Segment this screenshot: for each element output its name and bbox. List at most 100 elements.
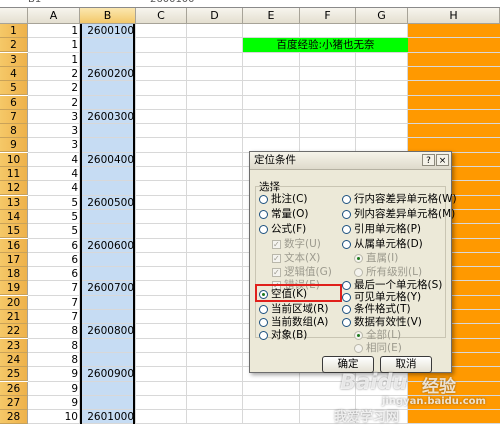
row-header[interactable]: 13: [0, 195, 28, 210]
column-header-b[interactable]: B: [80, 8, 136, 24]
radio-constants[interactable]: 常量(O): [259, 208, 308, 221]
radio-dependents[interactable]: 从属单元格(D): [342, 238, 423, 251]
row-header[interactable]: 17: [0, 252, 28, 267]
row-header[interactable]: 14: [0, 209, 28, 224]
row-header[interactable]: 9: [0, 138, 28, 153]
watermark-sub: 我爱学习网: [334, 410, 400, 425]
row-header[interactable]: 25: [0, 367, 28, 382]
row-header[interactable]: 21: [0, 310, 28, 324]
watermark-brand-suffix: 经验: [422, 377, 456, 397]
cell-a[interactable]: 10: [28, 410, 80, 424]
checkbox-logicals[interactable]: 逻辑值(G): [272, 266, 332, 279]
column-header-a[interactable]: A: [28, 8, 80, 24]
row-header[interactable]: 12: [0, 181, 28, 196]
cell-a[interactable]: 5: [28, 196, 80, 210]
column-header-d[interactable]: D: [187, 8, 243, 24]
green-label-cell[interactable]: 百度经验:小猪也无奈: [243, 38, 408, 52]
cell-a[interactable]: 8: [28, 353, 80, 367]
baidu-watermark: Baidu 经验 jingyan.baidu.com 我爱学习网: [330, 370, 500, 425]
row-header[interactable]: 7: [0, 109, 28, 124]
row-header[interactable]: 11: [0, 167, 28, 181]
row-header[interactable]: 16: [0, 238, 28, 253]
cell-a[interactable]: 1: [28, 24, 80, 38]
cell-a[interactable]: 9: [28, 382, 80, 396]
cell-a[interactable]: 3: [28, 124, 80, 138]
radio-conditional-formats[interactable]: 条件格式(T): [342, 303, 411, 316]
column-header-h[interactable]: H: [408, 8, 500, 24]
radio-row-differences[interactable]: 行内容差异单元格(W): [342, 193, 457, 206]
radio-comments[interactable]: 批注(C): [259, 193, 308, 206]
row-header[interactable]: 6: [0, 95, 28, 110]
radio-data-validation[interactable]: 数据有效性(V): [342, 316, 422, 329]
row-header[interactable]: 27: [0, 395, 28, 410]
cell-a[interactable]: 4: [28, 181, 80, 195]
radio-all[interactable]: 全部(L): [354, 329, 401, 342]
column-header-g[interactable]: G: [356, 8, 408, 24]
go-to-special-dialog: 定位条件 ? × 选择 批注(C) 常量(O) 公式(F) 数字(U) 文本(X…: [249, 151, 457, 373]
row-header[interactable]: 15: [0, 224, 28, 239]
radio-icon: [259, 305, 268, 314]
radio-icon: [342, 210, 351, 219]
cell-a[interactable]: 7: [28, 281, 80, 295]
row-header[interactable]: 3: [0, 52, 28, 67]
cell-a[interactable]: 1: [28, 53, 80, 67]
column-header-e[interactable]: E: [243, 8, 300, 24]
radio-direct-only[interactable]: 直属(I): [354, 252, 398, 265]
cell-a[interactable]: 3: [28, 110, 80, 124]
radio-icon: [354, 344, 363, 353]
cell-a[interactable]: 2: [28, 81, 80, 95]
cell-a[interactable]: 1: [28, 38, 80, 52]
cell-a[interactable]: 5: [28, 224, 80, 238]
row-header[interactable]: 8: [0, 124, 28, 139]
row-header[interactable]: 18: [0, 267, 28, 282]
cell-a[interactable]: 2: [28, 67, 80, 81]
radio-icon: [342, 225, 351, 234]
name-box[interactable]: B1: [28, 0, 41, 5]
radio-current-region[interactable]: 当前区域(R): [259, 303, 329, 316]
radio-all-levels[interactable]: 所有级别(L): [354, 266, 422, 279]
select-all-corner[interactable]: [0, 8, 28, 24]
radio-precedents[interactable]: 引用单元格(P): [342, 223, 421, 236]
cell-a[interactable]: 7: [28, 296, 80, 310]
radio-icon: [259, 331, 268, 340]
cell-a[interactable]: 4: [28, 167, 80, 181]
cell-a[interactable]: 6: [28, 253, 80, 267]
cell-a[interactable]: 6: [28, 239, 80, 253]
column-header-f[interactable]: F: [300, 8, 356, 24]
row-header[interactable]: 5: [0, 81, 28, 96]
cell-a[interactable]: 5: [28, 210, 80, 224]
row-header[interactable]: 23: [0, 338, 28, 353]
row-header[interactable]: 2: [0, 38, 28, 53]
radio-formulas[interactable]: 公式(F): [259, 223, 306, 236]
cell-a[interactable]: 4: [28, 153, 80, 167]
column-header-c[interactable]: C: [136, 8, 187, 24]
cell-a[interactable]: 6: [28, 267, 80, 281]
cell-a[interactable]: 9: [28, 367, 80, 381]
radio-current-array[interactable]: 当前数组(A): [259, 316, 328, 329]
radio-column-differences[interactable]: 列内容差异单元格(M): [342, 208, 455, 221]
cell-a[interactable]: 8: [28, 324, 80, 338]
checkbox-numbers[interactable]: 数字(U): [272, 238, 321, 251]
row-header[interactable]: 19: [0, 281, 28, 296]
row-header[interactable]: 28: [0, 410, 28, 425]
row-header[interactable]: 22: [0, 324, 28, 339]
cell-a[interactable]: 7: [28, 310, 80, 324]
row-header[interactable]: 4: [0, 66, 28, 81]
cell-a[interactable]: 2: [28, 96, 80, 110]
row-header[interactable]: 10: [0, 152, 28, 167]
row-header[interactable]: 24: [0, 352, 28, 367]
cell-a[interactable]: 3: [28, 138, 80, 152]
formula-input[interactable]: 2600100: [150, 0, 195, 5]
close-icon[interactable]: ×: [436, 154, 449, 166]
dialog-title-bar[interactable]: 定位条件 ? ×: [250, 152, 451, 170]
row-header[interactable]: 1: [0, 24, 28, 38]
row-header[interactable]: 26: [0, 381, 28, 396]
cell-a[interactable]: 9: [28, 396, 80, 410]
checkbox-icon: [272, 266, 281, 279]
cell-a[interactable]: 8: [28, 339, 80, 353]
radio-same[interactable]: 相同(E): [354, 342, 402, 355]
question-icon[interactable]: ?: [422, 154, 435, 166]
row-header[interactable]: 20: [0, 295, 28, 310]
checkbox-text[interactable]: 文本(X): [272, 252, 320, 265]
radio-objects[interactable]: 对象(B): [259, 329, 307, 342]
